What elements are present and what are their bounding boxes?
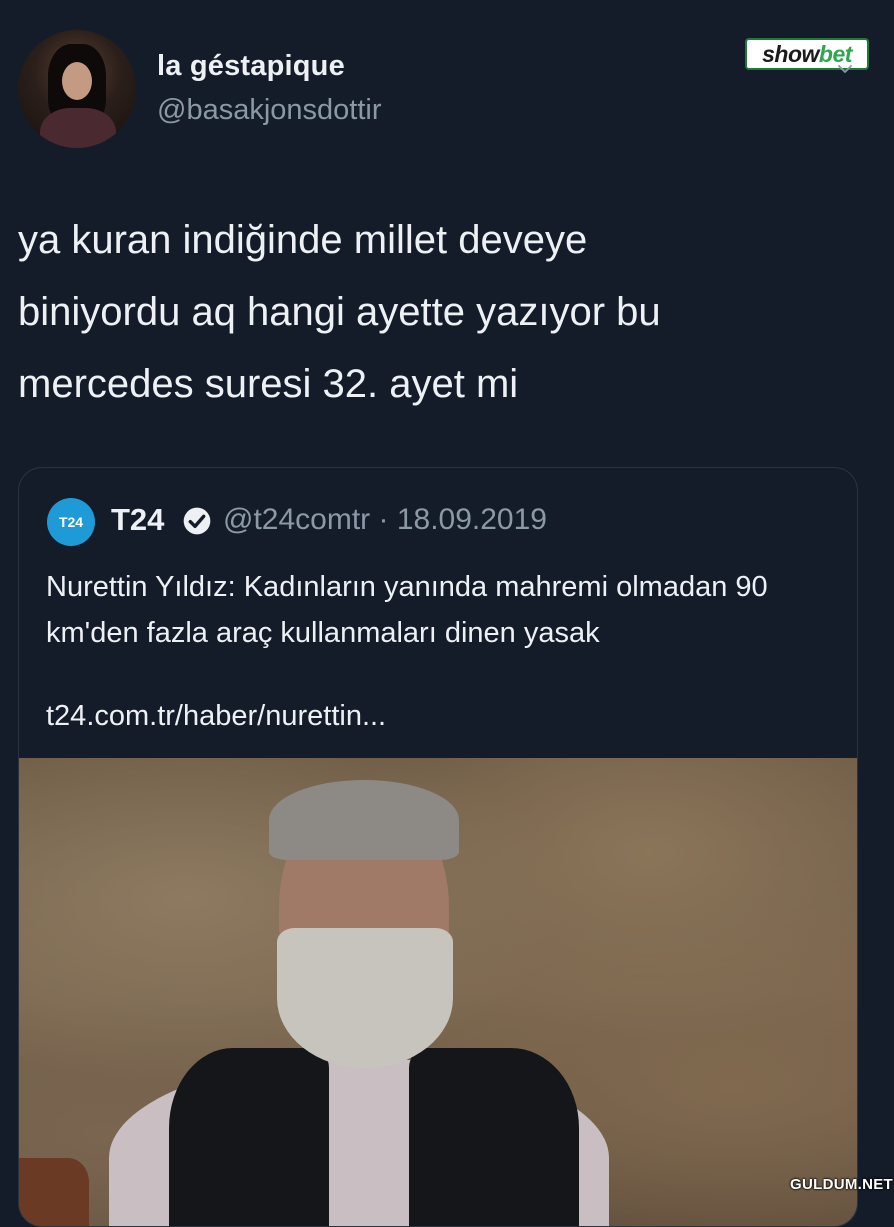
vest-right-shape [409,1048,579,1226]
tweet-text-line: ya kuran indiğinde millet deveye [18,218,588,262]
t24-logo-icon[interactable]: T24 [47,498,95,546]
avatar[interactable] [18,30,136,148]
verified-badge-icon [183,507,211,535]
tweet-text: ya kuran indiğinde millet deveye biniyor… [18,204,868,420]
tweet-text-line: mercedes suresi 32. ayet mi [18,362,519,406]
quoted-tweet-image[interactable] [19,758,857,1226]
avatar-face [62,62,92,100]
logo-text-part1: show [762,40,819,67]
watermark: GULDUM.NET [790,1176,893,1193]
hair-shape [269,780,459,860]
quoted-author-name[interactable]: T24 [111,502,164,538]
quoted-link[interactable]: t24.com.tr/haber/nurettin... [46,700,386,733]
vest-left-shape [169,1048,329,1226]
quoted-tweet[interactable]: T24 T24 @t24comtr · 18.09.2019 Nurettin … [18,467,858,1227]
quoted-tweet-text: Nurettin Yıldız: Kadınların yanında mahr… [46,571,768,649]
author-display-name[interactable]: la géstapique [157,50,345,83]
tweet-text-line: biniyordu aq hangi ayette yazıyor bu [18,290,661,334]
beard-shape [277,928,453,1068]
chevron-down-icon[interactable] [836,60,854,78]
author-handle[interactable]: @basakjonsdottir [157,94,382,127]
avatar-body [40,108,116,148]
chair-shape [19,1158,89,1226]
quoted-handle-date: @t24comtr · 18.09.2019 [223,503,547,536]
tweet-card: la géstapique @basakjonsdottir show bet y… [0,0,894,1227]
